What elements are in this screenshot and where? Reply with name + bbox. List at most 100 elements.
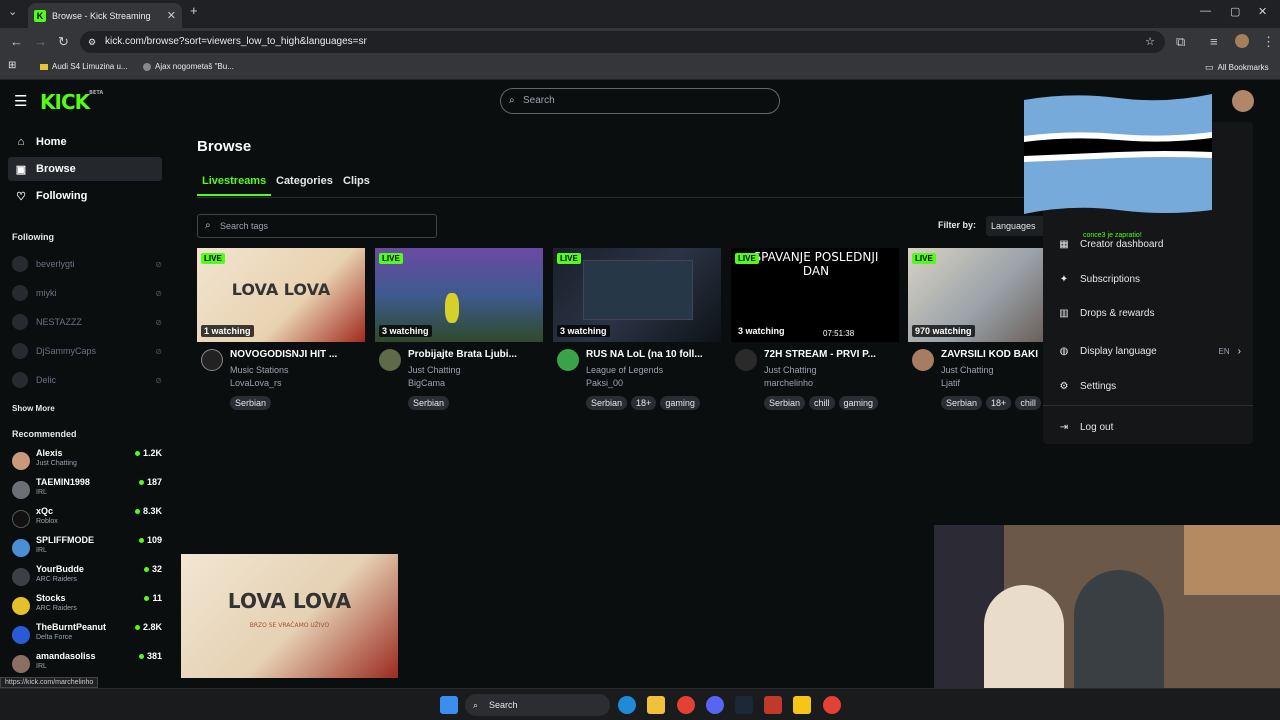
tab-kick-browse[interactable]: K Browse - Kick Streaming ✕ — [28, 3, 182, 28]
menu-item-drops[interactable]: ▥ Drops & rewards — [1057, 303, 1241, 323]
reload-icon[interactable]: ↻ — [58, 34, 69, 50]
sidebar-item-browse[interactable]: ▣ Browse — [8, 157, 162, 181]
apps-icon[interactable]: ⊞ — [8, 60, 16, 71]
following-item[interactable]: miyki ⊘ — [12, 283, 162, 303]
stream-title[interactable]: RUS NA LoL (na 10 foll... — [586, 349, 718, 360]
following-item[interactable]: Delic ⊘ — [12, 370, 162, 390]
sidebar-item-following[interactable]: ♡ Following — [8, 184, 162, 208]
tag-pill[interactable]: chill — [1015, 396, 1041, 410]
streamer-name[interactable]: BigCama — [408, 378, 445, 388]
chrome-active-icon[interactable] — [823, 696, 841, 714]
stream-thumbnail[interactable]: LIVE 3 watching — [553, 248, 721, 342]
tag-pill[interactable]: 18+ — [986, 396, 1012, 410]
media-icon[interactable]: ≡ — [1210, 34, 1218, 49]
stream-thumbnail[interactable]: LIVE 3 watching — [375, 248, 543, 342]
kick-logo[interactable]: KICKBETA — [40, 90, 103, 114]
maximize-icon[interactable]: ▢ — [1230, 5, 1240, 18]
stream-thumbnail[interactable]: SPAVANJE POSLEDNJI DAN LIVE 3 watching 0… — [731, 248, 899, 342]
menu-item-log-out[interactable]: ⇥ Log out — [1057, 417, 1241, 437]
stream-title[interactable]: Probijajte Brata Ljubi... — [408, 349, 540, 360]
extensions-icon[interactable]: ⧉ — [1176, 34, 1185, 50]
forward-icon[interactable]: → — [34, 34, 47, 49]
back-icon[interactable]: ← — [10, 34, 23, 49]
streamer-name[interactable]: Ljatif — [941, 378, 960, 388]
bookmark-star-icon[interactable]: ☆ — [1145, 31, 1155, 53]
avatar[interactable] — [735, 349, 757, 371]
windows-start-icon[interactable] — [440, 696, 458, 714]
avatar[interactable] — [912, 349, 934, 371]
following-item[interactable]: NESTAZZZ ⊘ — [12, 312, 162, 332]
all-bookmarks[interactable]: ▭ All Bookmarks — [1205, 62, 1269, 73]
tab-list-icon[interactable]: ⌄ — [8, 5, 17, 18]
discord-icon[interactable] — [706, 696, 724, 714]
avatar[interactable] — [379, 349, 401, 371]
stream-category[interactable]: Just Chatting — [764, 365, 817, 375]
avatar[interactable] — [201, 349, 223, 371]
recommended-item[interactable]: xQc Roblox 8.3K — [12, 506, 162, 532]
tag-pill[interactable]: Serbian — [764, 396, 806, 410]
stream-card[interactable]: LIVE 970 watching ZAVRSILI KOD BAKI Just… — [908, 248, 1043, 418]
profile-avatar[interactable] — [1235, 34, 1249, 48]
stream-category[interactable]: Just Chatting — [941, 365, 994, 375]
taskbar-search[interactable]: ⌕ Search — [465, 694, 610, 716]
avatar[interactable] — [557, 349, 579, 371]
menu-item-subscriptions[interactable]: ✦ Subscriptions — [1057, 269, 1241, 289]
tag-pill[interactable]: Serbian — [230, 396, 272, 410]
tab-clips[interactable]: Clips — [343, 175, 370, 187]
streamer-name[interactable]: LovaLova_rs — [230, 378, 282, 388]
file-explorer-icon[interactable] — [647, 696, 665, 714]
menu-item-display-language[interactable]: ◍ Display language EN › — [1057, 341, 1241, 361]
stream-category[interactable]: Music Stations — [230, 365, 289, 375]
stream-title[interactable]: NOVOGODIŠNJI HIT ... — [230, 349, 362, 360]
stream-thumbnail[interactable]: LIVE 970 watching — [908, 248, 1043, 342]
edge-icon[interactable] — [618, 696, 636, 714]
streamer-name[interactable]: Paksi_00 — [586, 378, 623, 388]
tag-search-input[interactable]: ⌕ Search tags — [197, 214, 437, 238]
recommended-item[interactable]: YourBudde ARC Raiders 32 — [12, 564, 162, 590]
streamer-name[interactable]: marchelinho — [764, 378, 813, 388]
show-more-button[interactable]: Show More — [12, 404, 55, 413]
recommended-item[interactable]: amandasoliss IRL 381 — [12, 651, 162, 677]
stream-thumbnail[interactable]: LOVA LOVA LIVE 1 watching — [197, 248, 365, 342]
menu-item-creator-dashboard[interactable]: ▦ Creator dashboard — [1057, 234, 1241, 254]
stream-category[interactable]: Just Chatting — [408, 365, 461, 375]
tag-pill[interactable]: gaming — [838, 396, 879, 410]
tag-pill[interactable]: Serbian — [941, 396, 983, 410]
recommended-item[interactable]: Alexis Just Chatting 1.2K — [12, 448, 162, 474]
bookmark-item[interactable]: Ajax nogometaš "Bu... — [143, 62, 234, 71]
tag-pill[interactable]: chill — [809, 396, 835, 410]
stream-preview[interactable]: LOVA LOVA BRZO SE VRAĆAMO UŽIVO — [181, 554, 398, 678]
url-field[interactable]: ⚙ kick.com/browse?sort=viewers_low_to_hi… — [80, 31, 1165, 53]
search-input[interactable]: ⌕ Search — [500, 88, 780, 114]
stream-category[interactable]: League of Legends — [586, 365, 663, 375]
hamburger-menu-icon[interactable]: ☰ — [14, 92, 27, 110]
site-info-icon[interactable]: ⚙ — [88, 31, 96, 53]
shield-icon[interactable] — [764, 696, 782, 714]
close-window-icon[interactable]: ✕ — [1258, 5, 1267, 18]
bookmark-item[interactable]: Audi S4 Limuzina u... — [40, 62, 128, 71]
tab-categories[interactable]: Categories — [276, 175, 333, 187]
stream-title[interactable]: ZAVRSILI KOD BAKI — [941, 349, 1043, 360]
new-tab-icon[interactable]: + — [190, 3, 198, 18]
stream-title[interactable]: 72H STREAM - PRVI P... — [764, 349, 896, 360]
recommended-item[interactable]: Stocks ARC Raiders 11 — [12, 593, 162, 619]
recommended-item[interactable]: SPLIFFMODE IRL 109 — [12, 535, 162, 561]
following-item[interactable]: beverlygti ⊘ — [12, 254, 162, 274]
tag-pill[interactable]: Serbian — [408, 396, 450, 410]
stream-card[interactable]: LOVA LOVA LIVE 1 watching NOVOGODIŠNJI H… — [197, 248, 365, 418]
stream-card[interactable]: SPAVANJE POSLEDNJI DAN LIVE 3 watching 0… — [731, 248, 899, 418]
user-avatar[interactable] — [1232, 90, 1254, 112]
menu-icon[interactable]: ⋮ — [1262, 34, 1275, 50]
app-icon[interactable] — [793, 696, 811, 714]
menu-item-settings[interactable]: ⚙ Settings — [1057, 376, 1241, 396]
close-tab-icon[interactable]: ✕ — [167, 9, 176, 22]
chrome-icon[interactable] — [677, 696, 695, 714]
stream-card[interactable]: LIVE 3 watching Probijajte Brata Ljubi..… — [375, 248, 543, 418]
language-filter-dropdown[interactable]: Languages — [986, 216, 1046, 236]
sidebar-item-home[interactable]: ⌂ Home — [8, 130, 162, 154]
recommended-item[interactable]: TheBurntPeanut Delta Force 2.8K — [12, 622, 162, 648]
stream-card[interactable]: LIVE 3 watching RUS NA LoL (na 10 foll..… — [553, 248, 721, 418]
minimize-icon[interactable]: — — [1200, 5, 1211, 17]
tag-pill[interactable]: Serbian — [586, 396, 628, 410]
tag-pill[interactable]: 18+ — [631, 396, 657, 410]
